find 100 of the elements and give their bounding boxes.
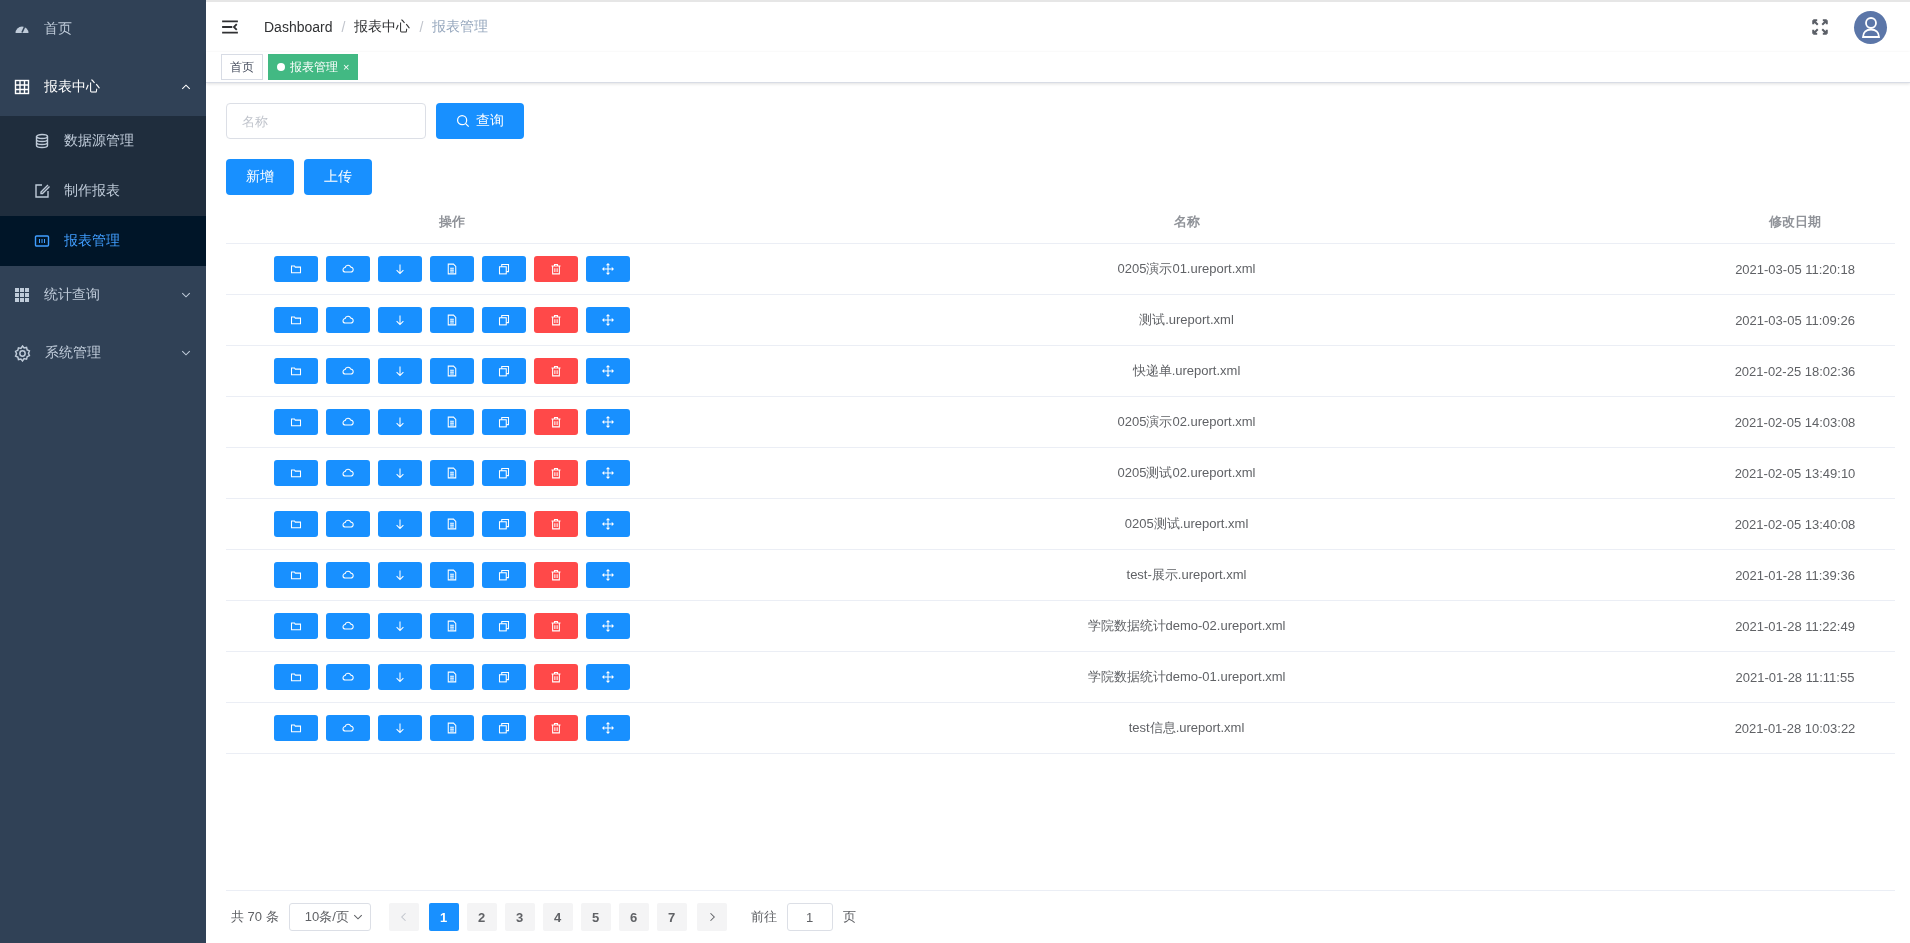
move-button[interactable]	[586, 307, 630, 333]
download-button[interactable]	[378, 358, 422, 384]
open-button[interactable]	[274, 613, 318, 639]
open-button[interactable]	[274, 460, 318, 486]
sidebar-item[interactable]: 制作报表	[0, 166, 206, 216]
download-button[interactable]	[378, 562, 422, 588]
copy-button[interactable]	[482, 715, 526, 741]
page-button[interactable]: 5	[580, 903, 611, 931]
page-button[interactable]: 3	[504, 903, 535, 931]
view-button[interactable]	[430, 307, 474, 333]
delete-button[interactable]	[534, 358, 578, 384]
tab[interactable]: 首页	[221, 54, 263, 80]
move-button[interactable]	[586, 256, 630, 282]
breadcrumb-link[interactable]: 报表中心	[354, 18, 411, 36]
download-button[interactable]	[378, 256, 422, 282]
view-button[interactable]	[430, 511, 474, 537]
delete-button[interactable]	[534, 511, 578, 537]
search-button[interactable]: 查询	[436, 103, 524, 139]
download-button[interactable]	[378, 460, 422, 486]
arrow-down-icon	[394, 467, 406, 479]
delete-button[interactable]	[534, 664, 578, 690]
open-button[interactable]	[274, 511, 318, 537]
sidebar-item[interactable]: 报表管理	[0, 216, 206, 266]
open-button[interactable]	[274, 307, 318, 333]
sidebar-item[interactable]: 报表中心	[0, 58, 206, 116]
delete-button[interactable]	[534, 307, 578, 333]
move-button[interactable]	[586, 562, 630, 588]
upload-button[interactable]	[326, 256, 370, 282]
download-button[interactable]	[378, 511, 422, 537]
copy-button[interactable]	[482, 307, 526, 333]
copy-button[interactable]	[482, 256, 526, 282]
view-button[interactable]	[430, 460, 474, 486]
open-button[interactable]	[274, 715, 318, 741]
sidebar-item[interactable]: 系统管理	[0, 324, 206, 382]
upload-button[interactable]	[326, 664, 370, 690]
document-icon	[446, 263, 458, 275]
delete-button[interactable]	[534, 460, 578, 486]
open-button[interactable]	[274, 409, 318, 435]
toolbar-button[interactable]: 上传	[304, 159, 372, 195]
move-button[interactable]	[586, 409, 630, 435]
search-field[interactable]: 名称	[226, 103, 426, 139]
page-button[interactable]: 1	[428, 903, 459, 931]
upload-button[interactable]	[326, 562, 370, 588]
delete-button[interactable]	[534, 409, 578, 435]
upload-button[interactable]	[326, 460, 370, 486]
delete-button[interactable]	[534, 613, 578, 639]
view-button[interactable]	[430, 715, 474, 741]
page-number-field[interactable]: 1	[786, 903, 833, 931]
page-button[interactable]: 4	[542, 903, 573, 931]
page-button[interactable]: 7	[656, 903, 687, 931]
copy-button[interactable]	[482, 664, 526, 690]
view-button[interactable]	[430, 358, 474, 384]
upload-button[interactable]	[326, 613, 370, 639]
sidebar-item[interactable]: 统计查询	[0, 266, 206, 324]
move-button[interactable]	[586, 715, 630, 741]
copy-button[interactable]	[482, 613, 526, 639]
page-button[interactable]: 6	[618, 903, 649, 931]
sidebar-item[interactable]: 数据源管理	[0, 116, 206, 166]
move-button[interactable]	[586, 664, 630, 690]
download-button[interactable]	[378, 715, 422, 741]
copy-button[interactable]	[482, 358, 526, 384]
move-button[interactable]	[586, 511, 630, 537]
goto-label: 前往	[750, 908, 777, 926]
copy-button[interactable]	[482, 562, 526, 588]
delete-button[interactable]	[534, 256, 578, 282]
copy-button[interactable]	[482, 511, 526, 537]
move-button[interactable]	[586, 613, 630, 639]
copy-button[interactable]	[482, 460, 526, 486]
view-button[interactable]	[430, 613, 474, 639]
delete-button[interactable]	[534, 715, 578, 741]
breadcrumb-link[interactable]: Dashboard	[264, 19, 333, 35]
download-button[interactable]	[378, 409, 422, 435]
upload-button[interactable]	[326, 409, 370, 435]
view-button[interactable]	[430, 562, 474, 588]
copy-icon	[498, 416, 510, 428]
open-button[interactable]	[274, 358, 318, 384]
copy-button[interactable]	[482, 409, 526, 435]
open-button[interactable]	[274, 664, 318, 690]
page-button[interactable]: 2	[466, 903, 497, 931]
toolbar-button[interactable]: 新增	[226, 159, 294, 195]
move-button[interactable]	[586, 460, 630, 486]
page-size-select[interactable]: 10条/页	[288, 903, 371, 931]
view-button[interactable]	[430, 256, 474, 282]
delete-button[interactable]	[534, 562, 578, 588]
sidebar-item[interactable]: 首页	[0, 0, 206, 58]
open-button[interactable]	[274, 256, 318, 282]
cloud-icon	[342, 518, 354, 530]
move-button[interactable]	[586, 358, 630, 384]
view-button[interactable]	[430, 409, 474, 435]
upload-button[interactable]	[326, 715, 370, 741]
open-button[interactable]	[274, 562, 318, 588]
download-button[interactable]	[378, 613, 422, 639]
view-button[interactable]	[430, 664, 474, 690]
upload-button[interactable]	[326, 511, 370, 537]
upload-button[interactable]	[326, 358, 370, 384]
avatar[interactable]	[1854, 10, 1887, 44]
upload-button[interactable]	[326, 307, 370, 333]
download-button[interactable]	[378, 307, 422, 333]
copy-icon	[498, 263, 510, 275]
download-button[interactable]	[378, 664, 422, 690]
